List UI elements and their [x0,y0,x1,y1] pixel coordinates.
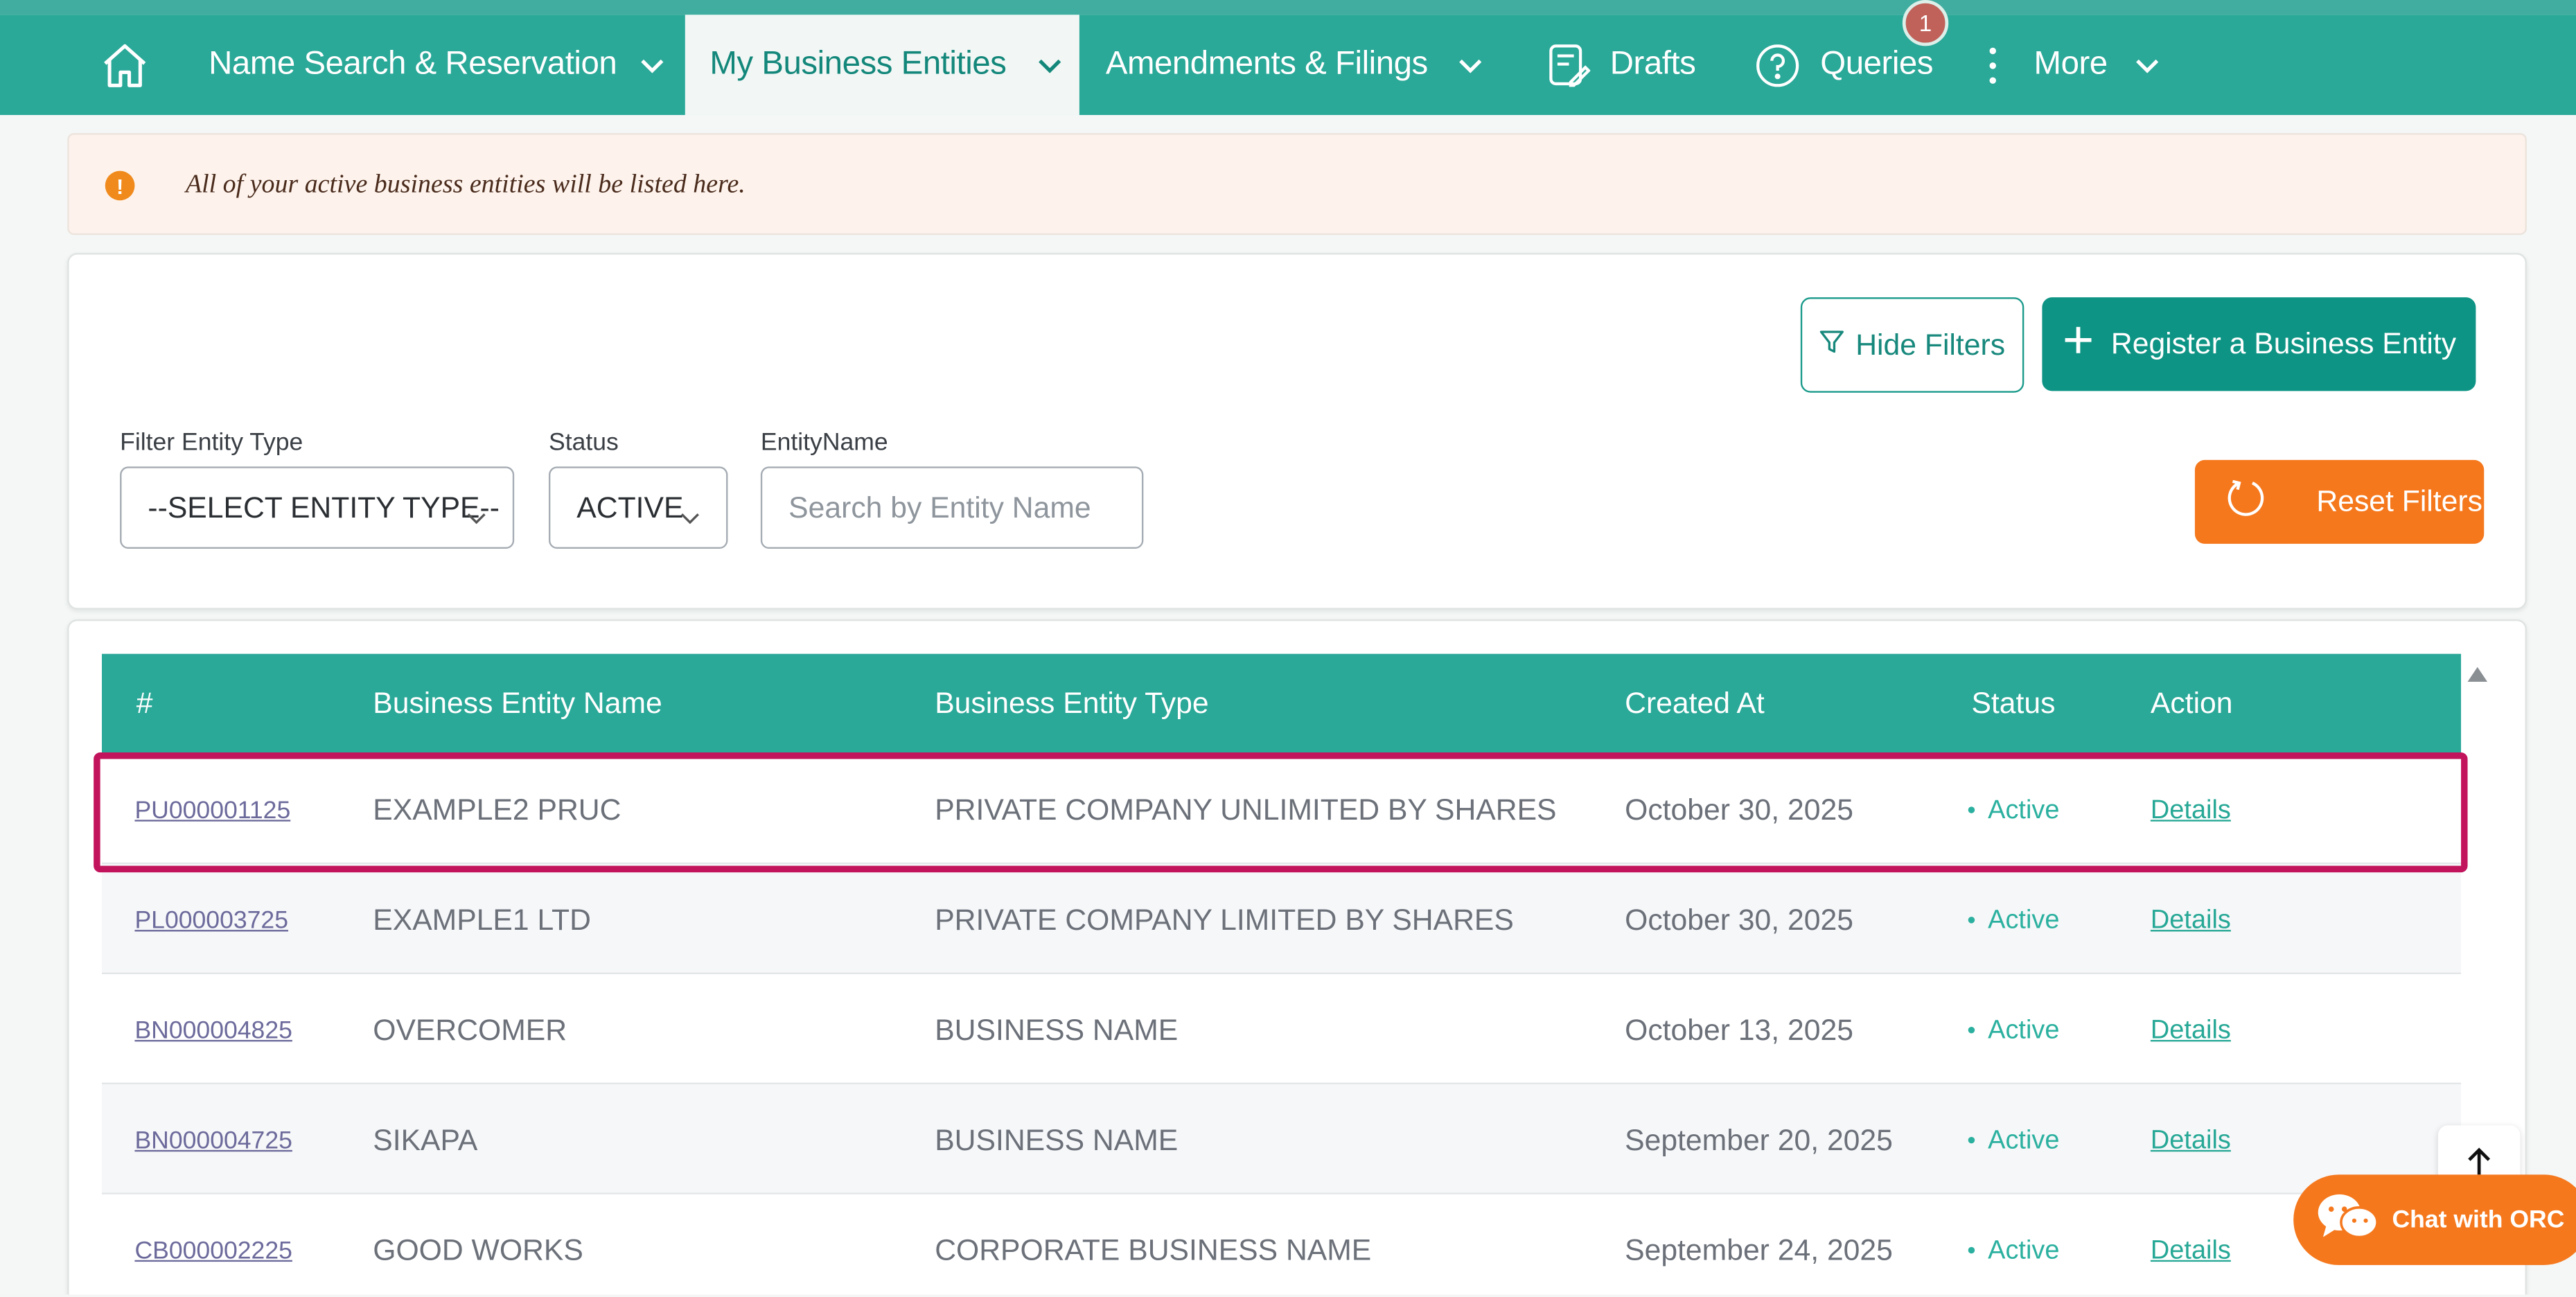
entity-id-link[interactable]: BN000004825 [134,1017,292,1045]
kebab-icon [1988,45,1997,85]
exclamation-circle-icon: ! [105,170,135,201]
page: Name Search & Reservation My Business En… [0,0,2576,1295]
header-entity-type: Business Entity Type [935,687,1209,720]
entity-type: BUSINESS NAME [935,1123,1179,1157]
hide-filters-button[interactable]: Hide Filters [1800,297,2024,393]
entity-name-label: EntityName [760,428,888,457]
status-dot [1968,1026,1975,1033]
plus-icon [2062,324,2094,364]
status-value: ACTIVE [576,490,684,524]
status-badge: Active [1968,906,2060,937]
created-at: October 13, 2025 [1625,1014,1853,1047]
main-nav: Name Search & Reservation My Business En… [0,15,2576,115]
status-dot [1968,1246,1975,1253]
home-icon [98,39,151,91]
nav-more[interactable]: More [1988,15,2160,115]
chat-label: Chat with ORC [2392,1206,2565,1234]
header-action: Action [2150,687,2233,720]
chevron-down-icon [466,500,486,534]
hide-filters-label: Hide Filters [1855,328,2006,361]
nav-name-search[interactable]: Name Search & Reservation [209,15,666,115]
details-link[interactable]: Details [2151,1017,2231,1047]
created-at: September 24, 2025 [1625,1233,1893,1267]
status-text: Active [1988,1016,2060,1045]
alert-text: All of your active business entities wil… [185,170,746,199]
chevron-down-icon [1457,57,1483,73]
queries-badge: 1 [1902,0,1949,46]
top-strip [0,0,2576,15]
nav-home[interactable] [98,15,151,115]
nav-drafts-label: Drafts [1609,46,1696,82]
chevron-down-icon [680,500,700,534]
chat-bubbles-icon [2316,1190,2379,1249]
details-link[interactable]: Details [2151,1237,2231,1267]
reset-filters-button[interactable]: Reset Filters [2194,459,2485,544]
entity-type-label: Filter Entity Type [120,428,303,457]
table-row: BN000004825 OVERCOMER BUSINESS NAME Octo… [102,974,2462,1084]
status-text: Active [1988,1127,2060,1155]
register-label: Register a Business Entity [2110,326,2457,360]
status-badge: Active [1968,1237,2060,1267]
filter-icon [1819,328,1846,362]
entity-id-link[interactable]: PL000003725 [134,907,288,935]
chevron-down-icon [1036,57,1062,73]
entity-id-link[interactable]: BN000004725 [134,1127,292,1155]
nav-queries-label: Queries [1820,46,1934,82]
highlighted-row-outline [94,752,2468,873]
nav-amendments-filings[interactable]: Amendments & Filings [1106,15,1484,115]
document-edit-icon [1548,42,1591,87]
entity-name: GOOD WORKS [373,1233,583,1267]
table-row: BN000004725 SIKAPA BUSINESS NAME Septemb… [102,1084,2462,1194]
chevron-down-icon [639,57,666,73]
details-link[interactable]: Details [2151,1127,2231,1157]
created-at: October 30, 2025 [1625,903,1853,937]
header-created-at: Created At [1625,687,1765,720]
entity-id-link[interactable]: CB000002225 [134,1237,292,1265]
question-circle-icon [1754,42,1800,87]
header-status: Status [1971,687,2056,720]
info-alert: ! All of your active business entities w… [67,133,2527,236]
table-row: CB000002225 GOOD WORKS CORPORATE BUSINES… [102,1194,2462,1295]
table-row: PL000003725 EXAMPLE1 LTD PRIVATE COMPANY… [102,864,2462,975]
header-number: # [136,687,153,720]
status-text: Active [1988,906,2060,935]
created-at: September 20, 2025 [1625,1123,1893,1157]
status-select[interactable]: ACTIVE [548,466,728,549]
entity-name: EXAMPLE1 LTD [373,903,591,937]
scroll-up-arrow[interactable] [2467,667,2487,682]
entity-name: SIKAPA [373,1123,478,1157]
nav-my-business-entities-label: My Business Entities [709,46,1007,82]
reset-filters-label: Reset Filters [2316,484,2482,518]
chevron-down-icon [2134,57,2160,73]
entity-type: PRIVATE COMPANY LIMITED BY SHARES [935,903,1514,937]
status-label: Status [548,428,619,457]
table-header: # Business Entity Name Business Entity T… [102,653,2462,755]
status-text: Active [1988,1237,2060,1265]
entity-type: CORPORATE BUSINESS NAME [935,1233,1372,1267]
details-link[interactable]: Details [2151,907,2231,937]
entity-type-value: --SELECT ENTITY TYPE-- [148,490,500,524]
entity-name-input[interactable] [760,466,1144,549]
entity-type: BUSINESS NAME [935,1014,1179,1047]
status-dot [1968,1136,1975,1143]
nav-drafts[interactable]: Drafts [1548,15,1696,115]
header-entity-name: Business Entity Name [373,687,662,720]
refresh-icon [2225,477,2268,528]
entity-name: OVERCOMER [373,1014,567,1047]
entity-type-select[interactable]: --SELECT ENTITY TYPE-- [120,466,515,549]
chat-with-orc-button[interactable]: Chat with ORC [2293,1174,2576,1265]
status-badge: Active [1968,1016,2060,1047]
nav-more-label: More [2034,46,2108,82]
register-business-entity-button[interactable]: Register a Business Entity [2042,297,2476,391]
nav-amendments-label: Amendments & Filings [1105,46,1428,82]
status-dot [1968,916,1975,924]
nav-name-search-label: Name Search & Reservation [209,46,617,82]
nav-my-business-entities[interactable]: My Business Entities [685,15,1079,115]
status-badge: Active [1968,1127,2060,1157]
